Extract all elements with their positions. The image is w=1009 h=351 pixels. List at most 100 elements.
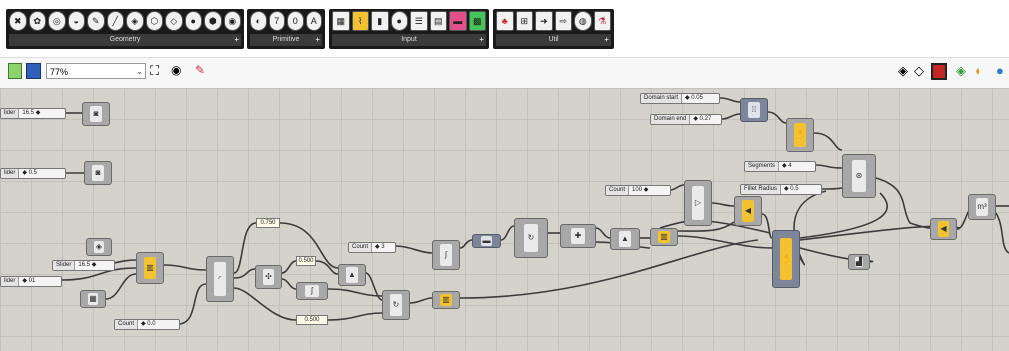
circle-icon[interactable]: ◎ [48,11,66,31]
expand-icon[interactable]: + [479,34,484,46]
expand-icon[interactable]: + [234,34,239,46]
component[interactable]: ✋ [786,118,814,152]
surface-icon[interactable]: ◈ [126,11,144,31]
component[interactable]: ✣ [255,265,282,289]
text-icon[interactable]: A [305,11,322,31]
preview-selected-icon[interactable] [931,63,947,80]
arc-icon[interactable]: ◒ [67,11,85,31]
expand-icon[interactable]: + [315,34,320,46]
component[interactable]: ∫ [432,240,460,270]
preview-wireframe-icon[interactable]: ◈ [898,63,908,79]
component[interactable]: ▬ [472,234,501,248]
component[interactable]: ⊛ [842,154,876,198]
component[interactable]: ∫ [296,282,328,300]
brep-icon[interactable]: ⬢ [204,11,222,31]
document-preview-icon[interactable]: ◈ [956,63,966,79]
component-icon: ◀ [938,221,949,237]
plane-icon[interactable]: ◇ [165,11,183,31]
colour-preview-icon[interactable]: ◐ [975,63,983,78]
slider[interactable]: Count 100 ◆ [605,185,671,196]
component[interactable]: ✋ [772,230,800,288]
component[interactable]: ◙ [82,102,110,126]
sphere-icon[interactable]: ✿ [28,11,46,31]
cluster-icon[interactable]: ⊞ [515,11,533,31]
slider[interactable]: Fillet Radius ◆ 0.5 [740,184,822,195]
box-icon[interactable]: ✖ [9,11,27,31]
component[interactable]: ▥ [136,252,164,284]
component[interactable]: ▷ [684,180,712,226]
arrow-outline-icon[interactable]: ⇨ [554,11,572,31]
component[interactable]: m³ [968,194,996,220]
preview-eye-icon[interactable]: ◉ [171,63,181,77]
zoom-value: 77% [50,67,69,77]
slider-icon[interactable]: ▦ [332,11,350,31]
slider-value: ◆ 0.5 [22,170,37,176]
preview-shaded-icon[interactable]: ◇ [914,63,924,79]
wire [327,312,383,321]
dot-icon[interactable]: ◍ [574,11,592,31]
flask-icon[interactable]: ⚗ [593,11,611,31]
slider[interactable]: lider ◆ 0.5 [0,168,66,179]
component[interactable]: ✚ [560,224,596,248]
geometry-icons: ✖ ✿ ◎ ◒ ✎ ╱ ◈ ⬡ ◇ ● ⬢ ◉ [9,11,241,33]
component[interactable]: ◙ [84,161,112,185]
toggle-icon[interactable]: ▮ [371,11,389,31]
component[interactable]: ◜ [206,256,234,302]
point-icon[interactable]: ● [184,11,202,31]
component[interactable]: ▲ [610,228,640,250]
panel[interactable]: 0.750 [256,218,280,228]
new-document-icon[interactable] [8,63,22,79]
component[interactable]: ⁞⁞ [740,98,768,122]
line-icon[interactable]: ╱ [106,11,124,31]
slider[interactable]: lider 16.5 ◆ [0,108,66,119]
colour-swatch-icon[interactable]: ▩ [468,11,486,31]
component[interactable]: ▲ [338,264,366,286]
component[interactable]: ↻ [514,218,548,258]
panel-icon[interactable]: ▤ [429,11,447,31]
component[interactable]: ◈ [86,238,112,256]
panel[interactable]: 0.500 [296,315,328,325]
component[interactable]: ▥ [650,228,678,246]
wire [500,225,515,241]
slider[interactable]: lider ◆ 01 [0,276,62,287]
panel[interactable]: 0.500 [296,256,316,266]
save-icon[interactable] [26,63,41,79]
arrow-right-icon[interactable]: ➜ [535,11,553,31]
primitive-icons: ◐ 7 0 A [250,11,322,33]
value-list-icon[interactable]: ☰ [410,11,428,31]
geometry-icon[interactable]: ◉ [223,11,241,31]
component[interactable]: ▦ [80,290,106,308]
component[interactable]: ◀ [734,196,762,226]
expand-icon[interactable]: + [604,34,609,46]
slider-name: lider [1,169,20,178]
ribbon-group-geometry: ✖ ✿ ◎ ◒ ✎ ╱ ◈ ⬡ ◇ ● ⬢ ◉ Geometry + [6,9,244,49]
component[interactable]: ◀ [930,218,957,240]
number-icon[interactable]: 0 [287,11,304,31]
slider[interactable]: Slider 16.5 ◆ [52,260,115,271]
slider[interactable]: Segments ◆ 4 [744,161,816,172]
mesh-icon[interactable]: ⬡ [145,11,163,31]
slider[interactable]: Domain start ◆ 0.05 [640,93,720,104]
component[interactable]: ↻ [382,290,410,320]
curve-icon[interactable]: ✎ [87,11,105,31]
slider[interactable]: Domain end ◆ 0.27 [650,114,722,125]
slider-name: Segments [745,162,780,171]
graph-mapper-icon[interactable]: ⌇ [351,11,369,31]
button-icon[interactable]: ● [390,11,408,31]
cherry-icon[interactable]: ♣ [496,11,514,31]
sketch-pen-icon[interactable]: ✎ [195,63,205,77]
wire [459,239,759,299]
ribbon-group-label: Geometry [9,34,241,46]
slider[interactable]: Count ◆ 0.0 [114,319,180,330]
zoom-dropdown[interactable]: 77% ⌄ [46,63,146,79]
component[interactable]: ▟ [848,254,870,270]
integer-icon[interactable]: 7 [268,11,285,31]
boolean-icon[interactable]: ◐ [250,11,267,31]
display-mode-icon[interactable]: ● [996,63,1004,78]
util-icons: ♣ ⊞ ➜ ⇨ ◍ ⚗ [496,11,611,33]
zoom-extents-icon[interactable]: ⛶ [150,63,159,79]
component[interactable]: ▥ [432,291,460,309]
gradient-icon[interactable]: ▬ [449,11,467,31]
definition-canvas[interactable]: lider 16.5 ◆ lider ◆ 0.5 Slider 16.5 ◆ lide… [0,88,1009,351]
slider[interactable]: Count ◆ 3 [348,242,396,253]
